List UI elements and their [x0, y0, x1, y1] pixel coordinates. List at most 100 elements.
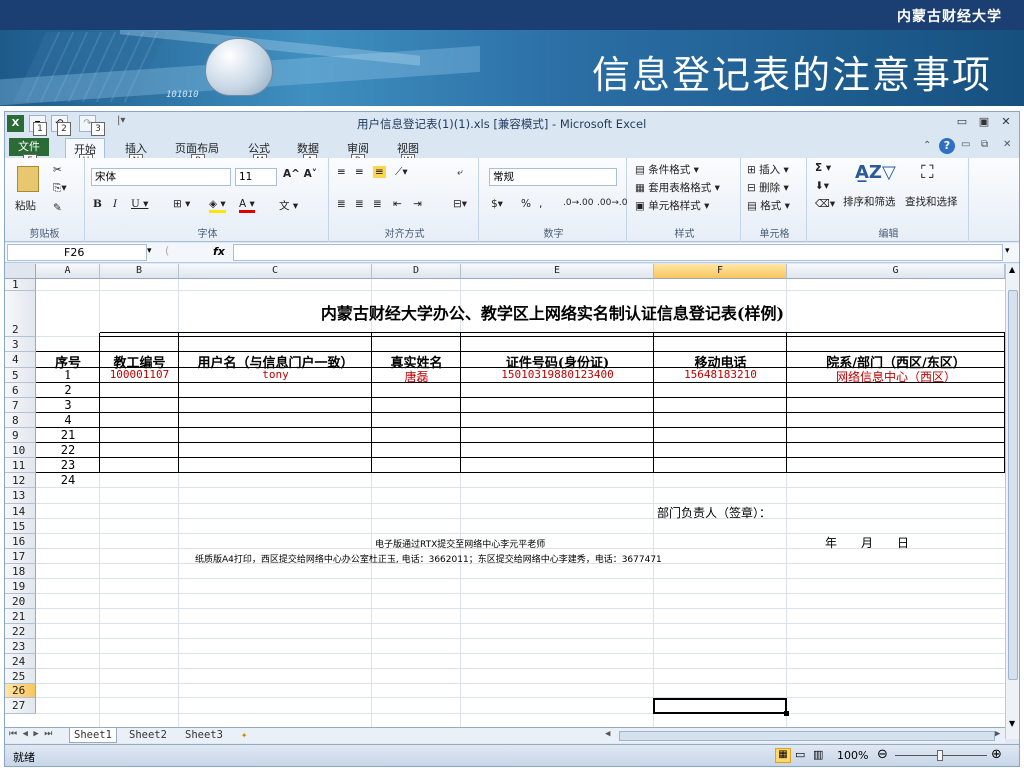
zoom-out-icon[interactable]: ⊖: [877, 747, 888, 762]
insert-sheet-icon[interactable]: ✦: [237, 728, 251, 743]
column-header-f[interactable]: F: [654, 264, 787, 279]
row-header-16[interactable]: 16: [5, 534, 36, 549]
row-header-21[interactable]: 21: [5, 609, 36, 624]
selected-cell-f26[interactable]: [653, 698, 787, 714]
zoom-slider-thumb[interactable]: [937, 750, 943, 761]
align-top-icon[interactable]: ≡: [337, 166, 346, 178]
percent-icon[interactable]: %: [521, 198, 531, 210]
format-painter-icon[interactable]: ✎: [53, 202, 62, 214]
number-format-select[interactable]: 常规: [489, 168, 617, 186]
cell-seq-row7[interactable]: 4: [36, 413, 100, 427]
comma-icon[interactable]: ,: [539, 198, 542, 210]
cell-seq-row5[interactable]: 2: [36, 383, 100, 397]
row-header-12[interactable]: 12: [5, 473, 36, 488]
cell-seq-row8[interactable]: 21: [36, 428, 100, 442]
font-color-icon[interactable]: A ▾: [239, 198, 255, 213]
sheet-tab-3[interactable]: Sheet3: [181, 728, 227, 743]
sort-filter-button[interactable]: 排序和筛选: [843, 194, 896, 209]
cell-staff-id-example[interactable]: 100001107: [100, 368, 179, 381]
fill-icon[interactable]: ⬇▾: [815, 180, 829, 192]
name-box-dropdown-icon[interactable]: ▾: [147, 246, 152, 256]
formula-cancel-icon[interactable]: (: [165, 244, 169, 257]
merge-center-icon[interactable]: ⊟▾: [453, 198, 467, 210]
row-header-25[interactable]: 25: [5, 669, 36, 684]
autosum-icon[interactable]: Σ ▾: [815, 162, 831, 174]
delete-cells-button[interactable]: ⊟ 删除 ▾: [747, 180, 789, 195]
row-header-26[interactable]: 26: [5, 684, 36, 698]
currency-icon[interactable]: $▾: [491, 198, 503, 210]
align-bottom-icon[interactable]: ≡: [373, 166, 386, 178]
row-header-9[interactable]: 9: [5, 428, 36, 443]
cut-icon[interactable]: ✂: [53, 164, 62, 176]
spreadsheet-grid[interactable]: ABCDEFG 1 2 3 4 5 6 7 8 9 10 11 12 13 14 15 16 17 18 19 20 2…: [5, 264, 1005, 727]
hscroll-left-icon[interactable]: ◀: [605, 729, 610, 739]
workbook-close-icon[interactable]: ✕: [1003, 139, 1011, 150]
decrease-indent-icon[interactable]: ⇤: [393, 198, 402, 210]
row-header-6[interactable]: 6: [5, 383, 36, 398]
row-header-3[interactable]: 3: [5, 337, 36, 352]
excel-app-icon[interactable]: X: [7, 115, 24, 132]
zoom-level[interactable]: 100%: [837, 749, 868, 762]
row-header-22[interactable]: 22: [5, 624, 36, 639]
align-middle-icon[interactable]: ≡: [355, 166, 364, 178]
sheet-nav-icon[interactable]: ⏮ ◀ ▶ ⏭: [9, 729, 52, 739]
fill-handle[interactable]: [784, 711, 789, 716]
note-electronic[interactable]: 电子版通过RTX提交至网络中心李元平老师: [375, 537, 545, 550]
find-select-button[interactable]: 查找和选择: [905, 194, 958, 209]
hscroll-right-icon[interactable]: ▶: [995, 729, 1000, 739]
name-box[interactable]: F26: [7, 244, 147, 261]
sheet-tab-2[interactable]: Sheet2: [125, 728, 171, 743]
row-header-7[interactable]: 7: [5, 398, 36, 413]
underline-icon[interactable]: U ▾: [131, 198, 148, 210]
cell-mobile-example[interactable]: 15648183210: [654, 368, 787, 381]
wrap-text-icon[interactable]: ⤶: [457, 166, 463, 179]
expand-formula-icon[interactable]: ▾: [1005, 246, 1010, 256]
row-header-18[interactable]: 18: [5, 564, 36, 579]
row-header-24[interactable]: 24: [5, 654, 36, 669]
normal-view-icon[interactable]: ▦: [775, 748, 791, 763]
row-header-23[interactable]: 23: [5, 639, 36, 654]
row-header-5[interactable]: 5: [5, 368, 36, 383]
row-header-27[interactable]: 27: [5, 698, 36, 714]
border-icon[interactable]: ⊞ ▾: [173, 198, 190, 210]
cell-seq-row10[interactable]: 23: [36, 458, 100, 472]
row-header-13[interactable]: 13: [5, 488, 36, 504]
scroll-thumb[interactable]: [1008, 290, 1018, 680]
paste-button[interactable]: 粘贴: [15, 198, 36, 213]
row-header-17[interactable]: 17: [5, 549, 36, 564]
restore-icon[interactable]: ▣: [975, 115, 993, 131]
vertical-scrollbar[interactable]: ▲ ▼: [1005, 264, 1019, 739]
cell-seq-example[interactable]: 1: [36, 368, 100, 382]
help-icon[interactable]: ?: [939, 138, 955, 154]
row-header-19[interactable]: 19: [5, 579, 36, 594]
page-layout-view-icon[interactable]: ▭: [795, 748, 805, 761]
row-header-8[interactable]: 8: [5, 413, 36, 428]
scroll-down-icon[interactable]: ▼: [1009, 719, 1015, 728]
workbook-restore-icon[interactable]: ⧉: [981, 139, 988, 150]
grow-font-icon[interactable]: A^ A˅: [283, 168, 317, 180]
row-header-1[interactable]: 1: [5, 279, 36, 291]
qat-customize-icon[interactable]: |▾: [117, 115, 125, 126]
insert-cells-button[interactable]: ⊞ 插入 ▾: [747, 162, 789, 177]
cell-username-example[interactable]: tony: [179, 368, 372, 381]
column-header-a[interactable]: A: [36, 264, 100, 279]
align-left-icon[interactable]: ≣: [337, 198, 346, 210]
cell-real-name-example[interactable]: 唐磊: [372, 368, 461, 385]
row-header-11[interactable]: 11: [5, 458, 36, 473]
fill-color-icon[interactable]: ◈ ▾: [209, 198, 226, 213]
paste-icon[interactable]: [17, 166, 39, 192]
orientation-icon[interactable]: ⟋▾: [395, 166, 408, 179]
horizontal-scrollbar[interactable]: [619, 731, 995, 741]
row-header-15[interactable]: 15: [5, 519, 36, 534]
page-break-view-icon[interactable]: ▥: [813, 748, 823, 761]
note-paper[interactable]: 纸质版A4打印，西区提交给网络中心办公室杜正玉, 电话：3662011；东区提交…: [195, 552, 662, 565]
format-cells-button[interactable]: ▤ 格式 ▾: [747, 198, 790, 213]
row-header-4[interactable]: 4: [5, 352, 36, 368]
italic-icon[interactable]: I: [113, 198, 117, 210]
phonetic-icon[interactable]: 文 ▾: [279, 198, 298, 213]
close-icon[interactable]: ✕: [997, 115, 1015, 131]
increase-indent-icon[interactable]: ⇥: [413, 198, 422, 210]
clear-icon[interactable]: ⌫▾: [815, 198, 835, 210]
formula-input[interactable]: [233, 244, 1003, 261]
cell-department-example[interactable]: 网络信息中心（西区）: [787, 368, 1005, 385]
